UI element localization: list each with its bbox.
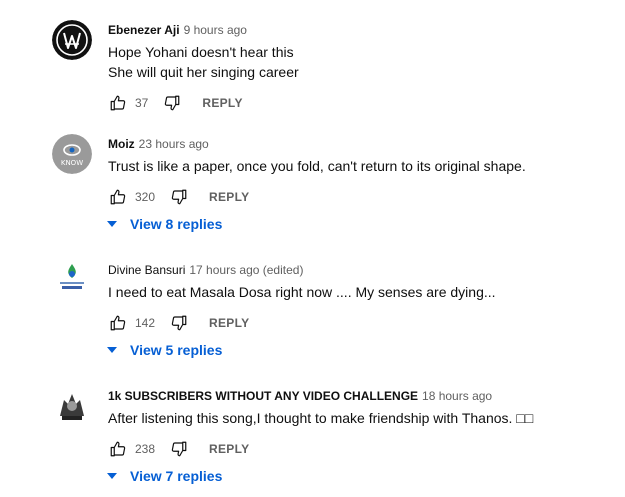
character-avatar-icon — [52, 386, 92, 426]
author-name[interactable]: Divine Bansuri — [108, 263, 185, 277]
author-name[interactable]: Ebenezer Aji — [108, 23, 180, 37]
comment-actions: 142 REPLY — [108, 311, 249, 335]
author-name[interactable]: Moiz — [108, 137, 135, 151]
comment-header: Moiz 23 hours ago — [108, 136, 209, 152]
comment-actions: 320 REPLY — [108, 185, 249, 209]
dislike-button[interactable] — [169, 439, 189, 459]
like-button[interactable] — [108, 439, 128, 459]
like-button[interactable] — [108, 313, 128, 333]
avatar[interactable] — [52, 386, 92, 426]
like-button[interactable] — [108, 93, 128, 113]
like-count: 142 — [135, 316, 156, 330]
reply-button[interactable]: REPLY — [209, 316, 249, 330]
reply-button[interactable]: REPLY — [209, 190, 249, 204]
view-replies-label: View 5 replies — [130, 342, 223, 358]
like-count: 238 — [135, 442, 156, 456]
comment-time[interactable]: 9 hours ago — [184, 23, 247, 37]
view-replies-label: View 7 replies — [130, 468, 223, 484]
comment-time[interactable]: 23 hours ago — [139, 137, 209, 151]
thumbs-up-icon — [110, 441, 126, 457]
comment-header: Ebenezer Aji 9 hours ago — [108, 22, 247, 38]
thumbs-down-icon — [171, 315, 187, 331]
thumbs-down-icon — [165, 95, 180, 111]
view-replies-button[interactable]: View 7 replies — [106, 466, 222, 486]
comment-text-line: Trust is like a paper, once you fold, ca… — [108, 158, 526, 174]
caret-down-icon — [107, 347, 117, 353]
like-button[interactable] — [108, 187, 128, 207]
view-replies-button[interactable]: View 5 replies — [106, 340, 222, 360]
view-replies-button[interactable]: View 8 replies — [106, 214, 222, 234]
comment-text-line: She will quit her singing career — [108, 64, 299, 80]
divine-bansuri-logo-icon — [52, 260, 92, 300]
dislike-button[interactable] — [169, 187, 189, 207]
dislike-button[interactable] — [169, 313, 189, 333]
reply-button[interactable]: REPLY — [202, 96, 242, 110]
like-count: 37 — [135, 96, 149, 110]
comment-time[interactable]: 17 hours ago (edited) — [189, 263, 303, 277]
caret-down-icon — [107, 221, 117, 227]
comment-actions: 238 REPLY — [108, 437, 249, 461]
comment-text-line: Hope Yohani doesn't hear this — [108, 44, 294, 60]
avatar[interactable]: KNOW — [52, 134, 92, 174]
comment-text-line: After listening this song,I thought to m… — [108, 410, 534, 426]
thumbs-down-icon — [171, 189, 187, 205]
avatar-label: KNOW — [61, 159, 83, 167]
avatar[interactable] — [52, 20, 92, 60]
walker-logo-icon — [52, 20, 92, 60]
dislike-button[interactable] — [162, 93, 182, 113]
thumbs-up-icon — [110, 189, 126, 205]
avatar[interactable] — [52, 260, 92, 300]
thumbs-up-icon — [110, 95, 126, 111]
view-replies-label: View 8 replies — [130, 216, 223, 232]
comment-header: Divine Bansuri 17 hours ago (edited) — [108, 262, 303, 278]
comment-actions: 37 REPLY — [108, 91, 243, 115]
like-count: 320 — [135, 190, 156, 204]
thumbs-down-icon — [171, 441, 187, 457]
comment-time[interactable]: 18 hours ago — [422, 389, 492, 403]
caret-down-icon — [107, 473, 117, 479]
author-name[interactable]: 1k SUBSCRIBERS WITHOUT ANY VIDEO CHALLEN… — [108, 389, 418, 403]
reply-button[interactable]: REPLY — [209, 442, 249, 456]
comment-header: 1k SUBSCRIBERS WITHOUT ANY VIDEO CHALLEN… — [108, 388, 492, 404]
know-logo-icon: KNOW — [52, 134, 92, 174]
comment-text-line: I need to eat Masala Dosa right now ....… — [108, 284, 496, 300]
thumbs-up-icon — [110, 315, 126, 331]
